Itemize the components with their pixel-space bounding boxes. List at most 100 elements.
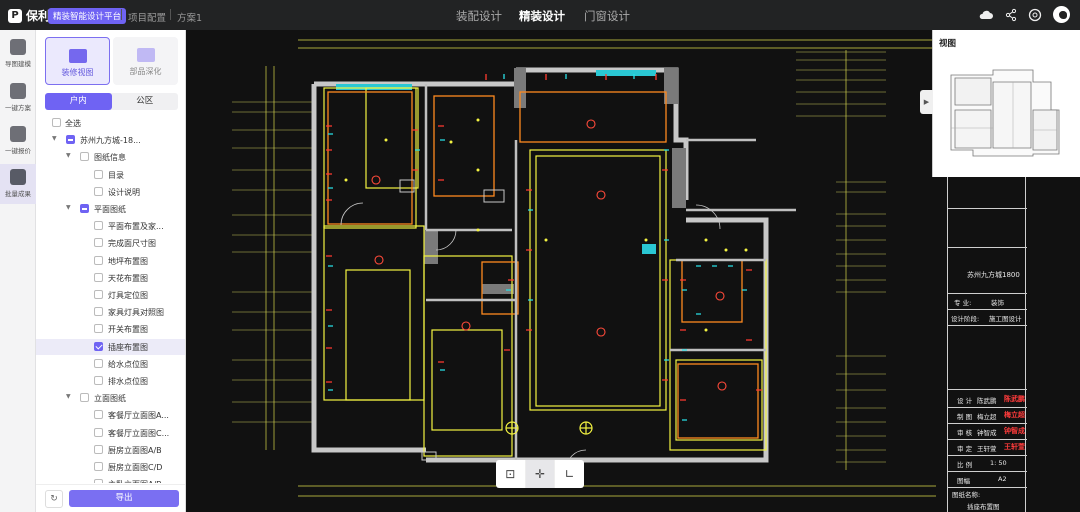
tree-checkbox[interactable] xyxy=(94,272,103,282)
share-icon[interactable] xyxy=(1003,7,1019,23)
tree-item[interactable]: 目录 xyxy=(36,167,185,183)
cloud-icon[interactable] xyxy=(978,7,994,23)
chevron-down-icon[interactable]: ▼ xyxy=(66,204,71,211)
chevron-down-icon[interactable]: ▼ xyxy=(52,135,57,142)
chevron-down-icon[interactable]: ▼ xyxy=(66,152,71,159)
major-label: 专 业: xyxy=(954,299,972,307)
export-button[interactable]: 导出 xyxy=(69,490,179,507)
tree-checkbox[interactable] xyxy=(94,358,103,368)
tree-checkbox[interactable] xyxy=(94,169,103,179)
tree-checkbox[interactable] xyxy=(80,204,89,213)
batch-output-icon xyxy=(10,169,26,185)
tree-checkbox[interactable] xyxy=(94,376,103,385)
canvas-toolbar: ⊡ ✛ ∟ xyxy=(496,460,584,488)
tb-divider xyxy=(948,208,1027,209)
quote-icon xyxy=(10,126,26,142)
left-rail: 导图建模 一键方案 一键报价 批量成果 xyxy=(0,30,36,512)
parts-deepening-card[interactable]: 部品深化 xyxy=(113,37,178,85)
tab-indoor[interactable]: 户内 xyxy=(45,93,112,110)
logo-text: 保利 xyxy=(26,9,51,23)
tree-item[interactable]: 家具灯具对照图 xyxy=(36,304,185,320)
tree-item[interactable]: ▼ 平面图纸 xyxy=(36,201,185,217)
tree-item-label: 目录 xyxy=(108,170,124,180)
tree-checkbox[interactable] xyxy=(94,221,103,231)
sheet-size-label: 图幅 xyxy=(957,477,970,485)
tree-item-label: 全选 xyxy=(65,119,81,128)
brand-logo[interactable]: P 保利 xyxy=(8,7,50,24)
tb-divider xyxy=(948,439,1027,440)
tree-checkbox[interactable] xyxy=(94,290,103,299)
avatar[interactable] xyxy=(1053,6,1070,23)
minimap[interactable] xyxy=(933,30,1080,177)
tree-item[interactable]: 厨房立面图C/D xyxy=(36,459,185,475)
crosshair-icon[interactable]: ✛ xyxy=(525,460,556,488)
tab-assembly-design[interactable]: 装配设计 xyxy=(456,8,502,24)
tree-checkbox[interactable] xyxy=(94,479,103,483)
tree-item[interactable]: 开关布置图 xyxy=(36,321,185,337)
tree-item[interactable]: 设计说明 xyxy=(36,184,185,200)
fit-view-icon[interactable]: ⊡ xyxy=(496,460,526,488)
rail-item-scheme[interactable]: 一键方案 xyxy=(0,78,36,118)
tree-item[interactable]: 平面布置及家... xyxy=(36,218,185,234)
tb-divider xyxy=(948,407,1027,408)
tree-checkbox[interactable] xyxy=(94,307,103,317)
tree-item[interactable]: 地坪布置图 xyxy=(36,253,185,269)
tab-finish-design[interactable]: 精装设计 xyxy=(519,8,565,24)
rail-item-model[interactable]: 导图建模 xyxy=(0,34,36,74)
tb-divider xyxy=(948,293,1027,294)
tree-item[interactable]: 客餐厅立面图A... xyxy=(36,407,185,423)
tab-public-area[interactable]: 公区 xyxy=(112,93,179,110)
tree-item[interactable]: 完成面尺寸图 xyxy=(36,235,185,251)
measure-icon[interactable]: ∟ xyxy=(555,460,584,488)
tree-checkbox[interactable] xyxy=(66,135,75,145)
decoration-view-card[interactable]: 装修视图 xyxy=(45,37,110,85)
tree-item[interactable]: 主卧立面图A/B xyxy=(36,476,185,483)
fit-view-glyph: ⊡ xyxy=(505,467,516,481)
drawing-name: 插座布置图 xyxy=(967,503,1000,511)
rail-item-label: 一键报价 xyxy=(5,147,31,155)
tree-item[interactable]: ▼ 苏州九方城-18... xyxy=(36,132,185,148)
tree-item[interactable]: 全选 xyxy=(36,115,185,131)
tree-checkbox[interactable] xyxy=(94,427,103,437)
tree-checkbox[interactable] xyxy=(94,255,103,265)
collapse-arrow-icon[interactable]: ▶ xyxy=(920,90,933,114)
tree-item[interactable]: 排水点位图 xyxy=(36,373,185,389)
tree-checkbox[interactable] xyxy=(94,238,103,248)
tab-door-window-design[interactable]: 门窗设计 xyxy=(584,8,630,24)
tree-item[interactable]: 灯具定位图 xyxy=(36,287,185,303)
scale-value: 1: 50 xyxy=(990,459,1007,467)
refresh-button[interactable]: ↻ xyxy=(45,490,63,508)
chevron-down-icon[interactable]: ▼ xyxy=(66,393,71,400)
tree-item-label: 客餐厅立面图C... xyxy=(108,428,170,438)
role-label: 审 核 xyxy=(957,429,973,437)
decoration-view-icon xyxy=(68,49,87,63)
tree-item[interactable]: 厨房立面图A/B xyxy=(36,442,185,458)
tree-item[interactable]: ▼ 图纸信息 xyxy=(36,149,185,165)
tree-checkbox[interactable] xyxy=(94,341,103,351)
tree-item-label: 平面图纸 xyxy=(94,205,126,214)
tree-checkbox[interactable] xyxy=(52,118,61,127)
signature: 钟智成 xyxy=(1004,426,1025,435)
tree-item[interactable]: 插座布置图 xyxy=(36,338,185,355)
major-value: 装饰 xyxy=(991,299,1004,307)
tree-item[interactable]: ▼ 立面图纸 xyxy=(36,390,185,406)
tree-checkbox[interactable] xyxy=(80,152,89,162)
tree-checkbox[interactable] xyxy=(94,462,103,471)
help-icon[interactable] xyxy=(1027,7,1043,23)
tb-divider xyxy=(948,325,1027,326)
tree-checkbox[interactable] xyxy=(94,186,103,196)
breadcrumb-scheme[interactable]: 方案1 xyxy=(177,10,202,24)
tree-checkbox[interactable] xyxy=(94,444,103,454)
rail-item-batch-output[interactable]: 批量成果 xyxy=(0,164,36,204)
tree-checkbox[interactable] xyxy=(94,324,103,334)
tree-item[interactable]: 客餐厅立面图C... xyxy=(36,425,185,441)
tb-divider xyxy=(948,471,1027,472)
tree-checkbox[interactable] xyxy=(80,393,89,403)
tree-checkbox[interactable] xyxy=(94,410,103,420)
breadcrumb-project-config[interactable]: 项目配置 xyxy=(128,10,166,24)
rail-item-quote[interactable]: 一键报价 xyxy=(0,121,36,161)
tree-item[interactable]: 天花布置图 xyxy=(36,270,185,286)
tb-divider xyxy=(948,423,1027,424)
tree-item[interactable]: 给水点位图 xyxy=(36,356,185,372)
parts-deepening-icon xyxy=(136,48,155,62)
